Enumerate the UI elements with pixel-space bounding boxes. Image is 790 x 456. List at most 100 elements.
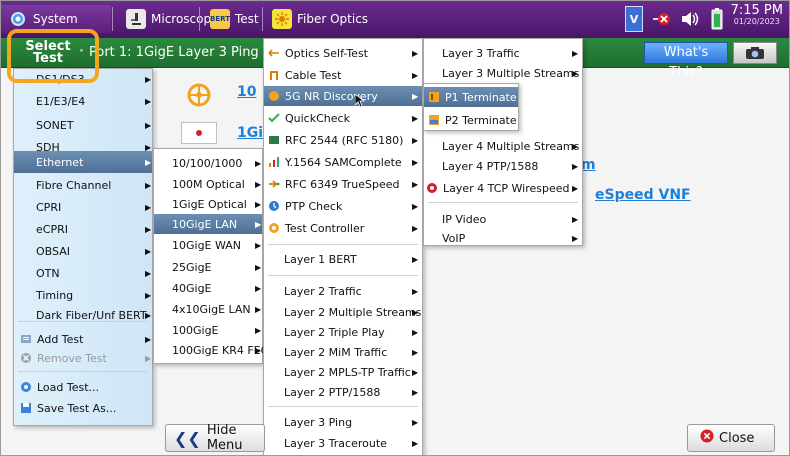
menu-item-layer-3-ping[interactable]: Layer 3 Ping ▶ <box>264 412 422 432</box>
connection-icon[interactable] <box>649 6 675 32</box>
menu-item-save-test-as[interactable]: Save Test As... <box>14 398 152 418</box>
menu-item-label: OBSAI <box>36 244 70 258</box>
menu-item-test-controller[interactable]: Test Controller ▶ <box>264 218 422 238</box>
whats-this-button[interactable]: What's This? <box>644 42 728 80</box>
menu-item-layer-3-traffic[interactable]: Layer 3 Traffic ▶ <box>424 43 582 63</box>
menu-item-label: Dark Fiber/Unf BERT <box>36 308 147 322</box>
menu-item-rfc-6349-truespeed[interactable]: RFC 6349 TrueSpeed ▶ <box>264 174 422 194</box>
menu-item-remove-test[interactable]: Remove Test ▶ <box>14 348 152 368</box>
menu-item-y1564-samcomplete[interactable]: Y.1564 SAMComplete ▶ <box>264 152 422 172</box>
menu-item-layer-2-mpls-tp-traffic[interactable]: Layer 2 MPLS-TP Traffic ▶ <box>264 362 422 382</box>
optics-icon <box>268 47 280 59</box>
ptp-icon <box>268 200 280 212</box>
menu-item-layer-2-multiple-streams[interactable]: Layer 2 Multiple Streams ▶ <box>264 302 422 322</box>
bars-icon <box>268 156 280 168</box>
test-wheel-icon[interactable] <box>181 79 217 111</box>
tab-system[interactable]: System <box>1 5 111 33</box>
clock-time: 7:15 PM <box>730 3 783 18</box>
menu-item-layer-3-multiple-streams[interactable]: Layer 3 Multiple Streams ▶ <box>424 63 582 83</box>
rfc-icon <box>268 134 280 146</box>
menu-item-label: QuickCheck <box>285 111 350 125</box>
menu-item-label: PTP Check <box>285 199 343 213</box>
menu-item-4x10gige-lan[interactable]: 4x10GigE LAN ▶ <box>154 299 262 319</box>
caret-right-icon: ▶ <box>412 201 419 211</box>
menu-item-layer-1-bert[interactable]: Layer 1 BERT ▶ <box>264 249 422 269</box>
menu-item-100gige[interactable]: 100GigE ▶ <box>154 320 262 340</box>
select-test-label-line2: Test <box>33 51 63 66</box>
menu-item-layer-2-traffic[interactable]: Layer 2 Traffic ▶ <box>264 281 422 301</box>
menu-item-25gige[interactable]: 25GigE ▶ <box>154 257 262 277</box>
menu-item-cable-test[interactable]: Cable Test ▶ <box>264 65 422 85</box>
menu-item-layer-2-mim-traffic[interactable]: Layer 2 MiM Traffic ▶ <box>264 342 422 362</box>
tab-test[interactable]: BERT Test <box>203 5 266 33</box>
menu-item-ethernet[interactable]: Ethernet ▶ <box>14 151 152 173</box>
double-chevron-left-icon: ❮❮ <box>174 428 201 448</box>
ethernet-menu: 10/100/1000 ▶ 100M Optical ▶ 1GigE Optical… <box>153 148 268 364</box>
vnc-status-icon[interactable]: V <box>625 6 643 32</box>
menu-item-otn[interactable]: OTN ▶ <box>14 262 152 284</box>
menu-item-cpri[interactable]: CPRI ▶ <box>14 196 152 218</box>
workspace-link[interactable]: m <box>581 157 596 173</box>
workspace-link[interactable]: eSpeed VNF <box>595 187 691 203</box>
workspace-link[interactable]: 10 <box>237 84 256 100</box>
menu-item-layer-4-ptp-1588[interactable]: Layer 4 PTP/1588 ▶ <box>424 156 582 176</box>
menu-item-timing[interactable]: Timing ▶ <box>14 284 152 306</box>
top-bar: System Microscope BERT Test Fiber Optics… <box>1 1 789 38</box>
caret-right-icon: ▶ <box>255 345 262 355</box>
menu-item-p1-terminate[interactable]: P1 Terminate <box>424 87 518 107</box>
menu-item-ip-video[interactable]: IP Video ▶ <box>424 209 582 229</box>
menu-item-layer-4-multiple-streams[interactable]: Layer 4 Multiple Streams ▶ <box>424 136 582 156</box>
5g-icon <box>268 90 280 102</box>
menu-item-100gige-kr4-fec[interactable]: 100GigE KR4 FEC ▶ <box>154 340 268 360</box>
caret-right-icon: ▶ <box>145 120 152 130</box>
caret-right-icon: ▶ <box>255 179 262 189</box>
menu-item-label: OTN <box>36 266 60 280</box>
menu-item-load-test[interactable]: Load Test... <box>14 377 152 397</box>
menu-item-10gige-wan[interactable]: 10GigE WAN ▶ <box>154 235 262 255</box>
menu-item-ptp-check[interactable]: PTP Check ▶ <box>264 196 422 216</box>
menu-item-40gige[interactable]: 40GigE ▶ <box>154 278 262 298</box>
menu-item-label: 100GigE <box>172 323 219 337</box>
menu-item-1gige-optical[interactable]: 1GigE Optical ▶ <box>154 194 262 214</box>
mouse-cursor <box>354 93 366 111</box>
menu-item-layer-4-tcp-wirespeed[interactable]: Layer 4 TCP Wirespeed ▶ <box>424 178 582 198</box>
menu-item-100m-optical[interactable]: 100M Optical ▶ <box>154 174 262 194</box>
menu-item-layer-2-triple-play[interactable]: Layer 2 Triple Play ▶ <box>264 322 422 342</box>
menu-item-obsai[interactable]: OBSAI ▶ <box>14 240 152 262</box>
menu-item-label: Layer 2 MPLS-TP Traffic <box>284 365 411 379</box>
menu-item-label: Layer 3 Multiple Streams <box>442 66 580 80</box>
divider <box>199 7 200 31</box>
caret-right-icon: ▶ <box>145 268 152 278</box>
menu-item-layer-3-traceroute[interactable]: Layer 3 Traceroute ▶ <box>264 433 422 453</box>
battery-icon[interactable] <box>707 6 727 32</box>
close-button[interactable]: Close <box>687 424 775 452</box>
menu-item-voip[interactable]: VoIP ▶ <box>424 228 582 248</box>
speaker-icon[interactable] <box>679 6 701 32</box>
camera-icon[interactable] <box>733 42 777 64</box>
menu-item-quickcheck[interactable]: QuickCheck ▶ <box>264 108 422 128</box>
tab-fiber-optics[interactable]: Fiber Optics <box>265 5 375 33</box>
menu-item-10-100-1000[interactable]: 10/100/1000 ▶ <box>154 153 262 173</box>
menu-item-rfc-2544[interactable]: RFC 2544 (RFC 5180) ▶ <box>264 130 422 150</box>
menu-item-ecpri[interactable]: eCPRI ▶ <box>14 218 152 240</box>
pin-icon[interactable] <box>181 122 217 144</box>
menu-item-p2-terminate[interactable]: P2 Terminate <box>424 110 518 130</box>
menu-item-10gige-lan[interactable]: 10GigE LAN ▶ <box>154 214 262 234</box>
hide-menu-button[interactable]: ❮❮ Hide Menu <box>165 423 265 453</box>
menu-item-add-test[interactable]: Add Test ▶ <box>14 329 152 349</box>
menu-item-layer-2-ptp-1588[interactable]: Layer 2 PTP/1588 ▶ <box>264 382 422 402</box>
caret-right-icon: ▶ <box>572 141 579 151</box>
chevron-down-icon: ˅ <box>79 49 84 60</box>
menu-item-ds1-ds3[interactable]: DS1/DS3 ▶ <box>14 71 152 88</box>
select-test-button[interactable]: Select Test ˅ <box>14 40 84 66</box>
menu-item-5g-nr-discovery[interactable]: 5G NR Discovery ▶ <box>264 86 422 106</box>
workspace-link[interactable]: 1Gi <box>237 125 263 141</box>
menu-item-dark-fiber[interactable]: Dark Fiber/Unf BERT ▶ <box>14 304 152 326</box>
p2-icon <box>428 114 440 126</box>
menu-separator <box>18 321 148 322</box>
menu-item-e1-e3-e4[interactable]: E1/E3/E4 ▶ <box>14 90 152 112</box>
menu-item-fibre-channel[interactable]: Fibre Channel ▶ <box>14 174 152 196</box>
menu-item-sonet[interactable]: SONET ▶ <box>14 114 152 136</box>
port-title: Port 1: 1GigE Layer 3 Ping T <box>89 45 271 60</box>
menu-item-optics-self-test[interactable]: Optics Self-Test ▶ <box>264 43 422 63</box>
